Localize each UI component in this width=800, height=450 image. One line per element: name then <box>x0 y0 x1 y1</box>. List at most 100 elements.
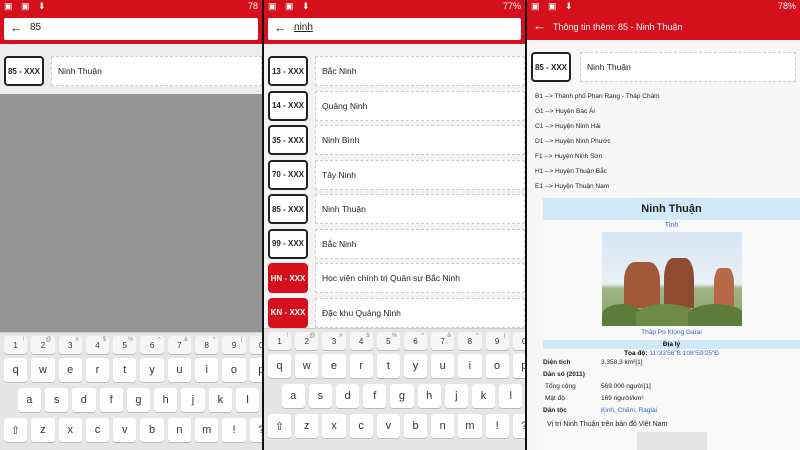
key-numbers-7[interactable]: 8 <box>195 336 219 354</box>
list-item[interactable]: 85 - XXX Ninh Thuận <box>4 56 262 86</box>
key-row1-7[interactable]: i <box>458 354 482 378</box>
coord-value[interactable]: 11°33′56″B 108°59′25″Đ <box>649 350 719 357</box>
province-photo[interactable] <box>601 232 742 326</box>
key-row1-1[interactable]: w <box>295 354 319 378</box>
key-row1-9[interactable]: p <box>249 358 262 382</box>
key-row3-2[interactable]: x <box>58 418 82 442</box>
key-numbers-6[interactable]: 7 <box>167 336 192 354</box>
key-numbers-5[interactable]: 6 <box>140 336 164 354</box>
key-row3-4[interactable]: v <box>113 418 137 442</box>
key-numbers-4[interactable]: 5 <box>376 332 400 350</box>
key-row3-1[interactable]: z <box>295 414 319 438</box>
list-item[interactable]: 14 - XXX Quảng Ninh <box>268 90 525 121</box>
key-row1-7[interactable]: i <box>195 358 219 382</box>
map-thumbnail[interactable] <box>636 432 707 450</box>
key-row3-5[interactable]: b <box>140 418 164 442</box>
key-row2-6[interactable]: j <box>181 388 205 412</box>
list-item[interactable]: KN - XXX Đặc khu Quảng Ninh <box>268 297 525 328</box>
key-row1-8[interactable]: o <box>485 354 509 378</box>
key-row3-6[interactable]: n <box>167 418 192 442</box>
key-row3-4[interactable]: v <box>376 414 400 438</box>
key-row3-1[interactable]: z <box>31 418 55 442</box>
key-row1-6[interactable]: u <box>167 358 192 382</box>
key-numbers-1[interactable]: 2 <box>295 332 319 350</box>
list-item[interactable]: 70 - XXX Tây Ninh <box>268 159 525 190</box>
search-query[interactable]: ninh <box>294 22 313 33</box>
list-item[interactable]: HN - XXX Học viện chính trị Quân sự Bắc N… <box>268 263 525 293</box>
key-row1-5[interactable]: y <box>403 354 428 378</box>
key-numbers-0[interactable]: 1 <box>268 332 292 350</box>
key-numbers-6[interactable]: 7 <box>431 332 455 350</box>
key-row2-8[interactable]: l <box>499 384 523 408</box>
key-numbers-8[interactable]: 9 <box>222 336 246 354</box>
key-row1-3[interactable]: r <box>85 358 110 382</box>
key-numbers-7[interactable]: 8 <box>458 332 482 350</box>
key-numbers-9[interactable]: 0 <box>249 336 262 354</box>
list-item[interactable]: 99 - XXX Bắc Ninh <box>268 228 525 259</box>
key-row1-0[interactable]: q <box>268 354 292 378</box>
key-row2-3[interactable]: f <box>363 384 387 408</box>
back-arrow-icon[interactable]: ← <box>274 20 287 35</box>
key-row1-5[interactable]: y <box>140 358 164 382</box>
on-screen-keyboard[interactable]: 1234567890 qwertyuiop asdfghjkl ⇧zxcvbnm!? <box>0 332 262 450</box>
key-row3-8[interactable]: ! <box>222 418 246 442</box>
key-row2-0[interactable]: a <box>281 384 305 408</box>
key-row2-3[interactable]: f <box>99 388 123 412</box>
key-row2-5[interactable]: h <box>417 384 441 408</box>
key-row3-3[interactable]: c <box>85 418 110 442</box>
key-row3-5[interactable]: b <box>403 414 428 438</box>
key-row1-9[interactable]: p <box>512 354 525 378</box>
key-row2-4[interactable]: g <box>390 384 414 408</box>
key-numbers-0[interactable]: 1 <box>4 336 28 354</box>
key-row2-7[interactable]: k <box>208 388 232 412</box>
key-row1-4[interactable]: t <box>376 354 400 378</box>
key-row1-6[interactable]: u <box>431 354 455 378</box>
key-numbers-2[interactable]: 3 <box>58 336 82 354</box>
key-row1-8[interactable]: o <box>222 358 246 382</box>
key-row2-1[interactable]: s <box>44 388 69 412</box>
key-row3-8[interactable]: ! <box>485 414 509 438</box>
photo-caption[interactable]: Tháp Po Klong Garai <box>543 326 800 340</box>
key-row2-1[interactable]: s <box>308 384 332 408</box>
key-numbers-5[interactable]: 6 <box>403 332 428 350</box>
key-row1-2[interactable]: e <box>322 354 346 378</box>
key-numbers-3[interactable]: 4 <box>349 332 373 350</box>
list-item[interactable]: 13 - XXX Bắc Ninh <box>268 56 525 86</box>
key-row3-7[interactable]: m <box>458 414 482 438</box>
key-numbers-3[interactable]: 4 <box>85 336 110 354</box>
back-arrow-icon[interactable]: ← <box>10 20 23 35</box>
back-arrow-icon[interactable]: ← <box>533 18 546 33</box>
key-row1-4[interactable]: t <box>113 358 137 382</box>
key-numbers-2[interactable]: 3 <box>322 332 346 350</box>
key-row2-5[interactable]: h <box>154 388 178 412</box>
key-numbers-4[interactable]: 5 <box>113 336 137 354</box>
key-row2-6[interactable]: j <box>444 384 468 408</box>
search-query[interactable]: 85 <box>30 22 41 33</box>
key-row2-4[interactable]: g <box>126 388 151 412</box>
key-row3-0[interactable]: ⇧ <box>268 414 292 438</box>
key-row2-0[interactable]: a <box>17 388 41 412</box>
key-row3-7[interactable]: m <box>195 418 219 442</box>
search-input[interactable]: ← 85 <box>4 18 258 40</box>
key-row2-2[interactable]: d <box>72 388 96 412</box>
list-item[interactable]: 85 - XXX Ninh Thuận <box>268 194 525 224</box>
search-input[interactable]: ← ninh <box>268 18 521 40</box>
key-numbers-1[interactable]: 2 <box>31 336 55 354</box>
key-row3-9[interactable]: ? <box>249 418 262 442</box>
key-row1-1[interactable]: w <box>31 358 55 382</box>
key-row1-3[interactable]: r <box>349 354 373 378</box>
key-row3-6[interactable]: n <box>431 414 455 438</box>
key-row1-0[interactable]: q <box>4 358 28 382</box>
key-row1-2[interactable]: e <box>58 358 82 382</box>
key-row2-2[interactable]: d <box>335 384 360 408</box>
key-row2-8[interactable]: l <box>235 388 260 412</box>
key-numbers-9[interactable]: 0 <box>512 332 525 350</box>
key-row2-7[interactable]: k <box>471 384 496 408</box>
key-numbers-8[interactable]: 9 <box>485 332 509 350</box>
key-row3-0[interactable]: ⇧ <box>4 418 28 442</box>
key-row3-9[interactable]: ? <box>512 414 525 438</box>
info-value[interactable]: Kinh, Chăm, Raglai <box>601 407 657 414</box>
list-item[interactable]: 35 - XXX Ninh Bình <box>268 125 525 155</box>
on-screen-keyboard[interactable]: 1234567890 qwertyuiop asdfghjkl ⇧zxcvbnm!? <box>264 328 525 450</box>
key-row3-3[interactable]: c <box>349 414 373 438</box>
